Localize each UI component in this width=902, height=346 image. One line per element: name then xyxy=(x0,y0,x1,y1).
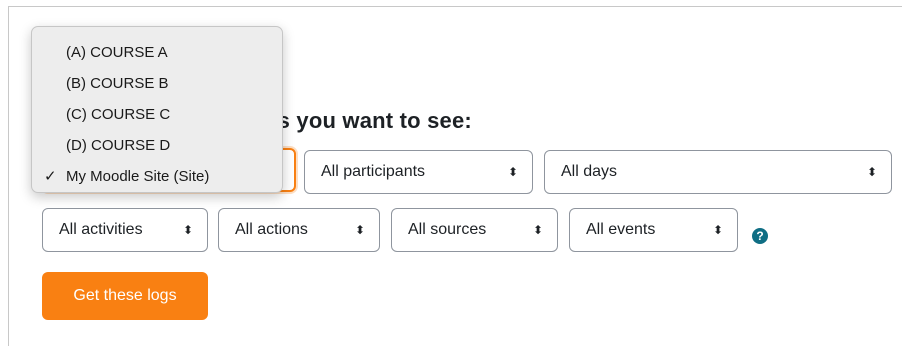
course-option-c[interactable]: (C) COURSE C xyxy=(32,99,282,130)
events-select[interactable]: All events ⬍ xyxy=(569,208,738,252)
course-option-d[interactable]: (D) COURSE D xyxy=(32,130,282,161)
help-icon[interactable]: ? xyxy=(752,228,768,244)
course-option-label: (A) COURSE A xyxy=(66,44,168,61)
sources-select-value: All sources xyxy=(408,221,487,238)
course-option-label: (D) COURSE D xyxy=(66,137,171,154)
activities-select-value: All activities xyxy=(59,221,143,238)
select-arrows-icon: ⬍ xyxy=(866,165,877,179)
days-select[interactable]: All days ⬍ xyxy=(544,150,892,194)
select-arrows-icon: ⬍ xyxy=(532,223,543,237)
actions-select[interactable]: All actions ⬍ xyxy=(218,208,380,252)
course-option-site[interactable]: ✓ My Moodle Site (Site) xyxy=(32,161,282,192)
activities-select[interactable]: All activities ⬍ xyxy=(42,208,208,252)
course-option-label: (B) COURSE B xyxy=(66,75,169,92)
page-heading: gs you want to see: xyxy=(264,108,472,133)
checkmark-icon: ✓ xyxy=(44,168,57,185)
participants-select-value: All participants xyxy=(321,163,426,180)
course-option-label: My Moodle Site (Site) xyxy=(66,168,210,185)
select-arrows-icon: ⬍ xyxy=(354,223,365,237)
sources-select[interactable]: All sources ⬍ xyxy=(391,208,558,252)
events-select-value: All events xyxy=(586,221,656,238)
select-arrows-icon: ⬍ xyxy=(182,223,193,237)
course-option-a[interactable]: (A) COURSE A xyxy=(32,37,282,68)
select-arrows-icon: ⬍ xyxy=(507,165,518,179)
participants-select[interactable]: All participants ⬍ xyxy=(304,150,533,194)
days-select-value: All days xyxy=(561,163,618,180)
get-these-logs-button[interactable]: Get these logs xyxy=(42,272,208,320)
course-option-b[interactable]: (B) COURSE B xyxy=(32,68,282,99)
course-dropdown-menu: (A) COURSE A (B) COURSE B (C) COURSE C (… xyxy=(31,26,283,193)
course-option-label: (C) COURSE C xyxy=(66,106,171,123)
select-arrows-icon: ⬍ xyxy=(712,223,723,237)
actions-select-value: All actions xyxy=(235,221,308,238)
